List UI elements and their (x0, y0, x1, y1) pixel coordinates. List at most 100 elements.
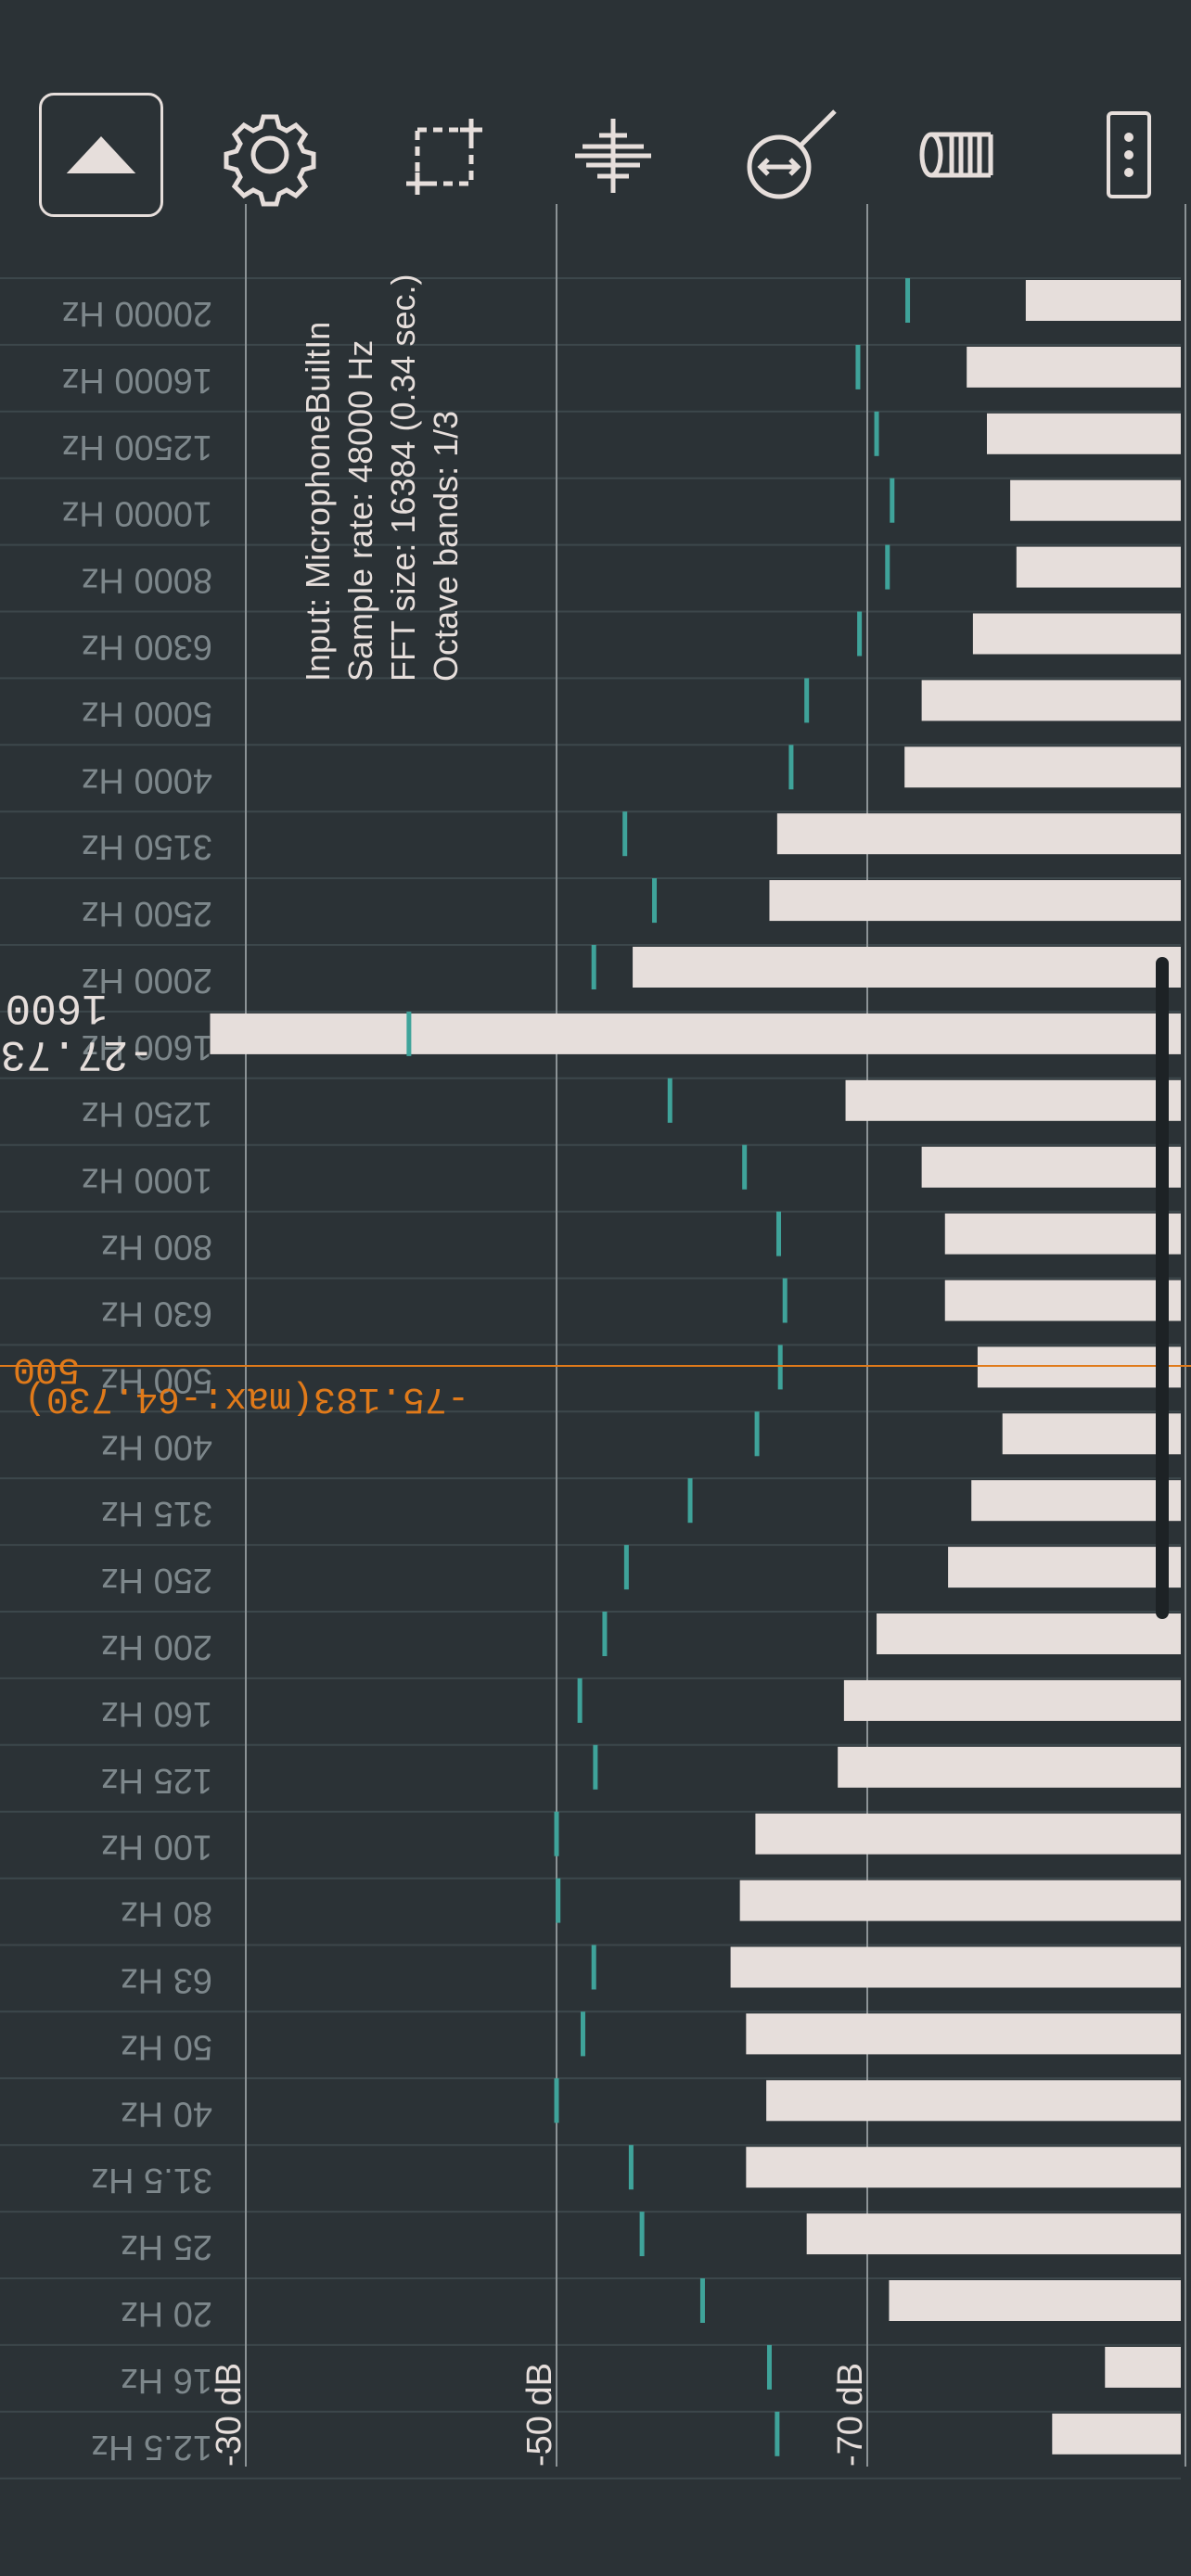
spectrum-bar (1010, 479, 1181, 521)
band-label: 4000 Hz (81, 760, 212, 799)
scrollbar[interactable] (1156, 957, 1169, 1619)
spectrum-bar (967, 346, 1181, 388)
peak-hold-marker (890, 478, 895, 523)
spectrum-bar (746, 2147, 1181, 2188)
peak-hold-marker (699, 2278, 705, 2323)
spectrum-chart: 20000 Hz 16000 Hz 12500 Hz 10000 Hz 8000 Hz 6… (0, 0, 1191, 2576)
spectrum-bar (921, 680, 1181, 721)
band-label: 12500 Hz (61, 427, 212, 466)
band-label: 800 Hz (101, 1228, 212, 1267)
band-label: 2500 Hz (81, 894, 212, 933)
peak-hold-marker (639, 2212, 645, 2257)
spectrum-bar (948, 1547, 1181, 1588)
peak-hold-marker (602, 1612, 608, 1656)
band-label: 5000 Hz (81, 694, 212, 733)
peak-hold-marker (782, 1278, 788, 1323)
peak-hold-marker (788, 745, 794, 790)
peak-hold-marker (754, 1411, 760, 1457)
spectrum-bar (730, 1946, 1181, 1988)
band-label: 125 Hz (101, 1761, 212, 1800)
spectrum-bar (210, 1013, 1182, 1054)
spectrum-bar (904, 746, 1181, 788)
peak-hold-marker (652, 878, 658, 924)
peak-hold-marker (742, 1144, 748, 1190)
spectrum-bar (1025, 280, 1181, 321)
band-label: 31.5 Hz (91, 2161, 212, 2200)
spectrum-bar (838, 1746, 1181, 1788)
cursor-frequency: 500 (13, 1347, 80, 1389)
peak-hold-marker (577, 1677, 583, 1723)
band-label: 6300 Hz (81, 628, 212, 667)
band-label: 50 Hz (121, 2027, 212, 2066)
band-label: 10000 Hz (61, 494, 212, 533)
peak-hold-marker (776, 1211, 782, 1256)
peak-hold-marker (580, 2011, 585, 2057)
band-label: 63 Hz (121, 1961, 212, 2000)
spectrum-bar (845, 1079, 1181, 1121)
peak-hold-marker (622, 811, 628, 857)
band-label: 20000 Hz (61, 294, 212, 333)
spectrum-bar (769, 880, 1181, 922)
peak-hold-marker (628, 2145, 634, 2190)
spectrum-bar (944, 1280, 1181, 1321)
spectrum-bar (986, 413, 1181, 454)
band-label: 16000 Hz (61, 361, 212, 400)
peak-hold-marker (874, 411, 879, 456)
peak-hold-marker (857, 611, 863, 657)
peak-hold-marker (556, 1878, 561, 1923)
peak-hold-marker (855, 344, 861, 389)
band-label: 8000 Hz (81, 561, 212, 600)
band-label: 12.5 Hz (91, 2428, 212, 2467)
peak-hold-marker (775, 2411, 780, 2456)
peak-value: -27.73 (0, 1029, 154, 1078)
spectrum-bar (921, 1146, 1181, 1188)
band-label: 100 Hz (101, 1828, 212, 1867)
band-label: 80 Hz (121, 1894, 212, 1933)
peak-hold-marker (885, 544, 890, 590)
peak-hold-marker (905, 278, 911, 323)
spectrum-bar (806, 2213, 1181, 2255)
band-label: 630 Hz (101, 1294, 212, 1333)
spectrum-bar (766, 2080, 1181, 2122)
band-label: 40 Hz (121, 2094, 212, 2133)
spectrum-bar (971, 1480, 1181, 1522)
db-axis-label: -50 dB (520, 2363, 559, 2467)
peak-hold-marker (591, 945, 596, 989)
spectrum-bar (977, 1346, 1181, 1388)
band-label: 400 Hz (101, 1427, 212, 1466)
spectrum-bar (755, 1813, 1181, 1855)
spectrum-bar (1105, 2346, 1181, 2388)
info-sample-rate: Sample rate: 48000 Hz (341, 340, 379, 682)
spectrum-bar (877, 1613, 1181, 1654)
info-input: Input: MicrophoneBuiltIn (299, 322, 337, 682)
cursor-value: -75.183(max:-64.730) (24, 1377, 469, 1419)
spectrum-bar (746, 2013, 1181, 2055)
band-label: 3150 Hz (81, 827, 212, 866)
spectrum-bar (1052, 2413, 1181, 2455)
band-label: 160 Hz (101, 1694, 212, 1733)
peak-hold-marker (554, 2078, 559, 2123)
spectrum-bar (889, 2280, 1181, 2321)
peak-hold-marker (766, 2344, 772, 2390)
band-label: 315 Hz (101, 1494, 212, 1533)
info-octave-bands: Octave bands: 1/3 (427, 411, 465, 682)
peak-hold-marker (591, 1945, 596, 1990)
spectrum-bar (739, 1880, 1181, 1921)
peak-hold-marker (804, 678, 810, 723)
peak-hold-marker (777, 1345, 783, 1390)
spectrum-bar (633, 947, 1181, 988)
band-label: 1000 Hz (81, 1161, 212, 1200)
peak-hold-marker (554, 1811, 559, 1856)
spectrum-chart-svg: 20000 Hz 16000 Hz 12500 Hz 10000 Hz 8000 Hz 6… (0, 204, 1191, 2480)
band-label: 16 Hz (121, 2361, 212, 2400)
info-fft-size: FFT size: 16384 (0.34 sec.) (384, 274, 422, 682)
spectrum-bar (776, 813, 1181, 855)
spectrum-bar (944, 1213, 1181, 1255)
spectrum-bar (1016, 546, 1181, 588)
peak-hold-marker (623, 1545, 629, 1590)
peak-hold-marker (593, 1744, 598, 1790)
db-axis-label: -30 dB (210, 2363, 249, 2467)
band-label: 20 Hz (121, 2294, 212, 2333)
peak-hold-marker (687, 1478, 693, 1524)
spectrum-bar (972, 613, 1181, 655)
